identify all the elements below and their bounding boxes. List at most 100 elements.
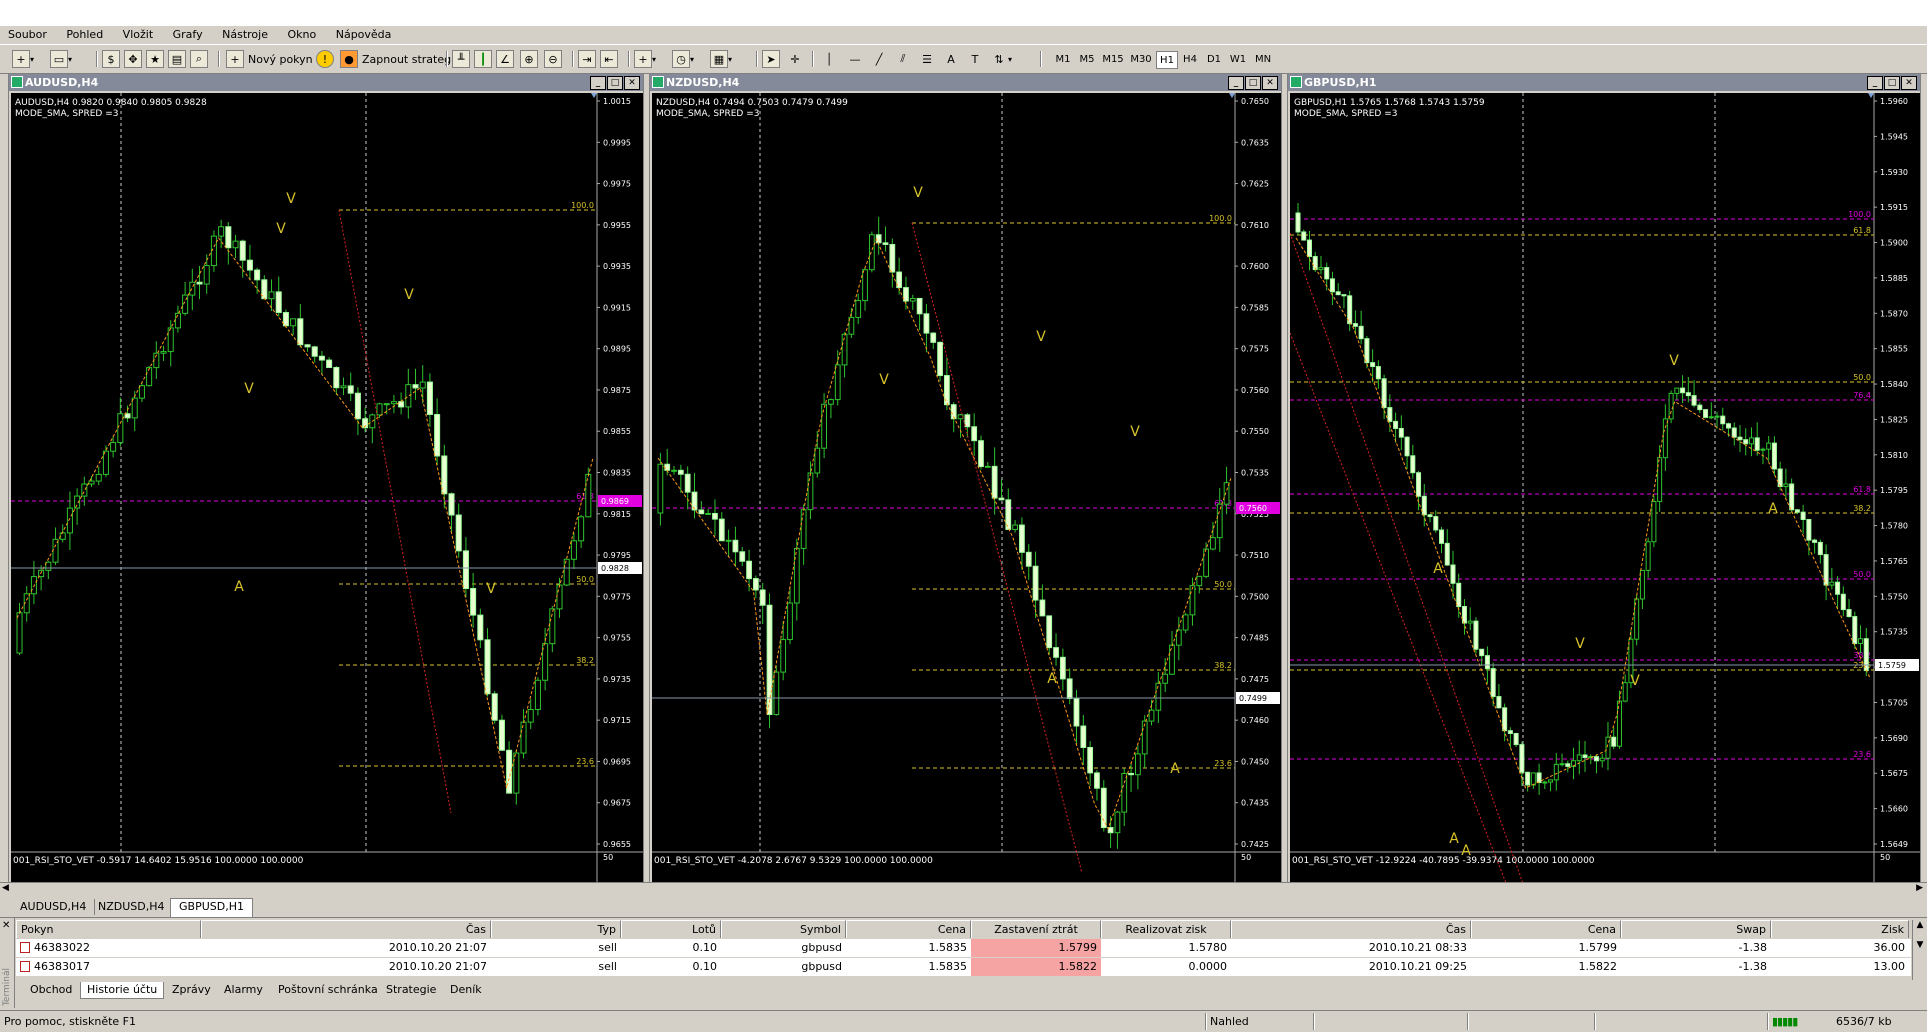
minimize-button[interactable]: _ (1228, 76, 1244, 90)
channel-button[interactable]: ⫽ (894, 49, 912, 69)
chart-caption[interactable]: GBPUSD,H1 _ □ ✕ (1288, 74, 1920, 91)
tab-alerts[interactable]: Alarmy (218, 982, 269, 998)
menu-window[interactable]: Okno (279, 26, 324, 41)
column-header[interactable]: Realizovat zisk (1101, 920, 1231, 938)
column-header[interactable]: Cena (846, 920, 971, 938)
scroll-left-icon[interactable]: ◀ (2, 883, 9, 893)
chart-canvas[interactable]: 100.061.850.038.223.61.00150.99950.99750… (11, 93, 643, 882)
tester-button[interactable]: ⌕ (190, 49, 208, 69)
column-header[interactable]: Symbol (721, 920, 846, 938)
vertical-scrollbar[interactable]: ▲ ▼ (1912, 920, 1927, 980)
crosshair-button[interactable]: ✛ (786, 49, 804, 69)
maximize-button[interactable]: □ (607, 76, 623, 90)
timeframe-m1[interactable]: M1 (1052, 51, 1074, 67)
chart-window-gbpusd[interactable]: GBPUSD,H1 _ □ ✕ 100.0 61.8 50.0 76.4 61.8 38.2 5… (1287, 73, 1921, 883)
periods-button[interactable]: ◷ ▾ (672, 49, 694, 69)
chart-shift-button[interactable]: ⇤ (600, 49, 618, 69)
bar-chart-button[interactable]: ╨ (452, 49, 470, 69)
column-header[interactable]: Swap (1621, 920, 1771, 938)
menu-help[interactable]: Nápověda (328, 26, 400, 41)
column-header[interactable]: Cena (1471, 920, 1621, 938)
table-row[interactable]: 46383017 2010.10.20 21:07 sell 0.10 gbpusd 1.… (16, 958, 1911, 977)
metaeditor-button[interactable]: ! (316, 49, 334, 69)
vertical-line-button[interactable]: │ (820, 49, 838, 69)
close-icon[interactable]: ✕ (2, 920, 10, 931)
text-button[interactable]: A (942, 49, 960, 69)
chart-caption[interactable]: AUDUSD,H4 _ □ ✕ (9, 74, 643, 91)
minimize-button[interactable]: _ (590, 76, 606, 90)
candle-body (498, 719, 505, 751)
chart-canvas[interactable]: 100.061.850.038.223.60.76500.76350.76250… (652, 93, 1281, 882)
chart-canvas[interactable]: 100.061.850.076.461.838.250.038.223.623.… (1290, 93, 1920, 882)
timeframe-h1[interactable]: H1 (1156, 51, 1178, 69)
column-header[interactable]: Zastavení ztrát (971, 920, 1101, 938)
label-button[interactable]: T (966, 49, 984, 69)
zoom-in-button[interactable]: ⊕ (520, 49, 538, 69)
close-button[interactable]: ✕ (624, 76, 640, 90)
market-watch-button[interactable]: $ (102, 49, 120, 69)
navigator-button[interactable]: ✥ (124, 49, 142, 69)
indicators-button[interactable]: + ▾ (634, 49, 656, 69)
maximize-button[interactable]: □ (1245, 76, 1261, 90)
tab-trade[interactable]: Obchod (24, 982, 78, 998)
timeframe-m15[interactable]: M15 (1100, 51, 1126, 67)
menu-file[interactable]: Soubor (0, 26, 55, 41)
auto-scroll-button[interactable]: ⇥ (578, 49, 596, 69)
candle-body (1536, 772, 1542, 784)
fibonacci-button[interactable]: ☰ (918, 49, 936, 69)
chart-background (1290, 93, 1920, 882)
profiles-button[interactable]: ▭ ▾ (50, 49, 72, 69)
menu-view[interactable]: Pohled (58, 26, 111, 41)
chart-tab-nzdusd[interactable]: NZDUSD,H4 (90, 899, 174, 915)
trendline-button[interactable]: ╱ (870, 49, 888, 69)
terminal-side-label: Terminál (2, 968, 12, 1007)
timeframe-w1[interactable]: W1 (1228, 51, 1248, 67)
tab-experts[interactable]: Strategie (380, 982, 442, 998)
price-label: 0.9755 (603, 634, 631, 643)
menu-tools[interactable]: Nástroje (214, 26, 276, 41)
column-header[interactable]: Typ (491, 920, 621, 938)
new-order-button[interactable]: + Nový pokyn (226, 49, 313, 69)
close-button[interactable]: ✕ (1262, 76, 1278, 90)
templates-button[interactable]: ▦ ▾ (710, 49, 732, 69)
table-row[interactable]: 46383022 2010.10.20 21:07 sell 0.10 gbpusd 1.… (16, 939, 1911, 958)
close-button[interactable]: ✕ (1901, 76, 1917, 90)
tab-account-history[interactable]: Historie účtu (80, 982, 165, 999)
favorites-button[interactable]: ★ (146, 49, 164, 69)
timeframe-m5[interactable]: M5 (1076, 51, 1098, 67)
chart-window-nzdusd[interactable]: NZDUSD,H4 _ □ ✕ 100.0 61.8 50.0 38.2 23.6 0.765… (649, 73, 1282, 883)
start-strategy-button[interactable]: ● Zapnout strateg (340, 49, 451, 69)
chart-caption[interactable]: NZDUSD,H4 _ □ ✕ (650, 74, 1281, 91)
cursor-button[interactable]: ➤ (762, 49, 780, 69)
tab-journal[interactable]: Deník (444, 982, 488, 998)
column-header[interactable]: Čas (201, 920, 491, 938)
column-header[interactable]: Lotů (621, 920, 721, 938)
horizontal-line-button[interactable]: — (846, 49, 864, 69)
column-header[interactable]: Zisk (1771, 920, 1909, 938)
candle-body (1806, 519, 1812, 541)
column-header[interactable]: Pokyn (16, 920, 201, 938)
chart-tab-audusd[interactable]: AUDUSD,H4 (12, 899, 96, 915)
terminal-button[interactable]: ▤ (168, 49, 186, 69)
menu-insert[interactable]: Vložit (115, 26, 161, 41)
maximize-button[interactable]: □ (1884, 76, 1900, 90)
zoom-out-button[interactable]: ⊖ (544, 49, 562, 69)
timeframe-h4[interactable]: H4 (1180, 51, 1200, 67)
minimize-button[interactable]: _ (1867, 76, 1883, 90)
candle-chart-button[interactable]: ┃ (474, 49, 492, 69)
arrows-button[interactable]: ⇅ ▾ (990, 49, 1012, 69)
tab-mailbox[interactable]: Poštovní schránka (272, 982, 384, 998)
horizontal-scrollbar[interactable]: ◀ ▶ (0, 882, 1927, 897)
tab-news[interactable]: Zprávy (166, 982, 217, 998)
scroll-right-icon[interactable]: ▶ (1916, 883, 1923, 893)
chart-tab-gbpusd[interactable]: GBPUSD,H1 (170, 898, 253, 917)
table-cell: 0.10 (692, 941, 718, 954)
timeframe-mn[interactable]: MN (1252, 51, 1274, 67)
column-header[interactable]: Čas (1231, 920, 1471, 938)
timeframe-m30[interactable]: M30 (1128, 51, 1154, 67)
menu-charts[interactable]: Grafy (165, 26, 211, 41)
line-chart-button[interactable]: ∠ (496, 49, 514, 69)
timeframe-d1[interactable]: D1 (1204, 51, 1224, 67)
chart-window-audusd[interactable]: AUDUSD,H4 _ □ ✕ 100.0 61.8 50.0 38.2 23.6 1.001… (8, 73, 644, 883)
new-chart-button[interactable]: + ▾ (12, 49, 34, 69)
